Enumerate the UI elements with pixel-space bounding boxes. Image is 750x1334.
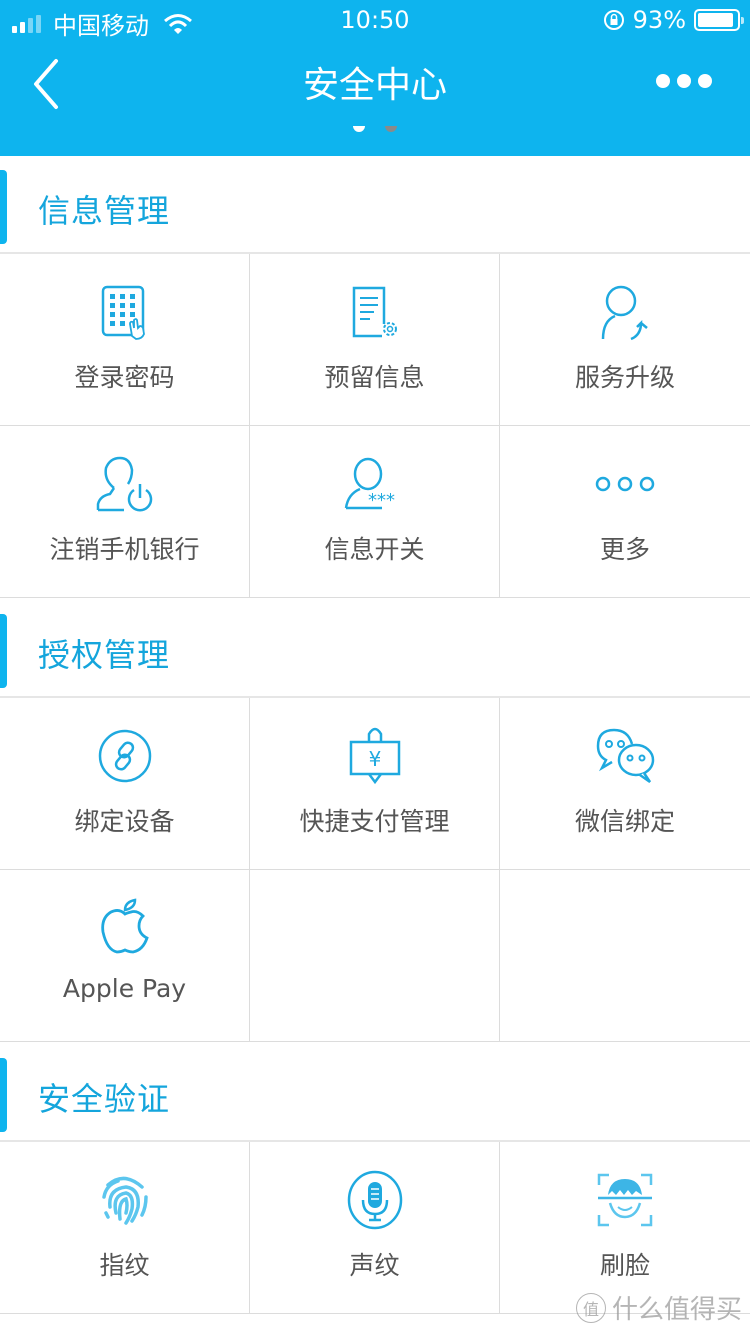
face-scan-icon <box>597 1173 653 1227</box>
header: 中国移动 10:50 93% 安全中心 <box>0 0 750 156</box>
grid-item-label: 微信绑定 <box>574 807 675 836</box>
grid-item-label: 服务升级 <box>574 363 675 392</box>
section-title: 信息管理 <box>38 192 171 230</box>
grid-item-label: 信息开关 <box>324 535 425 564</box>
section-title: 授权管理 <box>38 636 171 674</box>
svg-text:***: *** <box>368 490 395 511</box>
watermark: 值 什么值得买 <box>575 1289 742 1326</box>
grid-item-label: 预留信息 <box>324 363 425 392</box>
grid-item-label: Apple Pay <box>62 974 187 1003</box>
battery-percent: 93% <box>632 6 686 34</box>
grid-item-info-switch[interactable]: *** 信息开关 <box>250 426 500 598</box>
section-security-verification: 安全验证 指纹 声纹 刷脸 <box>0 1044 750 1314</box>
more-dots-icon <box>656 74 670 88</box>
grid-item-voiceprint[interactable]: 声纹 <box>250 1142 500 1314</box>
section-accent-bar <box>0 614 7 688</box>
wechat-icon <box>596 728 655 784</box>
keypad-icon <box>101 285 145 340</box>
grid-item-label: 刷脸 <box>599 1251 650 1280</box>
grid-item-reserved-info[interactable]: 预留信息 <box>250 254 500 426</box>
more-button[interactable] <box>656 74 712 88</box>
page-indicator <box>0 126 750 132</box>
grid-empty-cell <box>250 870 500 1042</box>
grid-item-fingerprint[interactable]: 指纹 <box>0 1142 250 1314</box>
section-authorization: 授权管理 绑定设备 ¥ 快捷支付管理 微信绑定 Apple Pay <box>0 600 750 1042</box>
fingerprint-icon <box>101 1176 148 1225</box>
grid-item-login-password[interactable]: 登录密码 <box>0 254 250 426</box>
svg-text:¥: ¥ <box>368 747 381 771</box>
section-accent-bar <box>0 170 7 244</box>
watermark-text: 什么值得买 <box>611 1295 742 1325</box>
grid-item-label: 快捷支付管理 <box>299 807 450 836</box>
section-header: 授权管理 <box>0 600 750 698</box>
user-password-icon: *** <box>344 457 395 511</box>
grid-item-quick-pay[interactable]: ¥ 快捷支付管理 <box>250 698 500 870</box>
grid-empty-cell <box>500 870 750 1042</box>
section-info-management: 信息管理 登录密码 预留信息 服务升级 注销手机银行 *** 信息开关 更多 <box>0 156 750 598</box>
battery-icon <box>694 9 744 31</box>
document-settings-icon <box>352 286 397 338</box>
microphone-icon <box>347 1170 402 1230</box>
grid-item-label: 登录密码 <box>74 363 175 392</box>
more-dot <box>677 74 691 88</box>
section-header: 安全验证 <box>0 1044 750 1142</box>
more-icon <box>595 476 655 492</box>
grid-item-label: 声纹 <box>349 1251 400 1280</box>
grid-item-more[interactable]: 更多 <box>500 426 750 598</box>
grid-item-label: 更多 <box>599 535 650 564</box>
link-icon <box>98 729 151 783</box>
page-dot <box>385 126 397 132</box>
user-power-icon <box>96 456 152 512</box>
rotation-lock-icon <box>603 10 624 30</box>
section-header: 信息管理 <box>0 156 750 254</box>
grid-item-bind-device[interactable]: 绑定设备 <box>0 698 250 870</box>
grid-item-deregister[interactable]: 注销手机银行 <box>0 426 250 598</box>
grid-item-label: 绑定设备 <box>74 807 175 836</box>
grid-item-label: 注销手机银行 <box>49 535 200 564</box>
user-upgrade-icon <box>601 285 648 341</box>
grid-item-wechat-bind[interactable]: 微信绑定 <box>500 698 750 870</box>
grid-item-service-upgrade[interactable]: 服务升级 <box>500 254 750 426</box>
grid-item-apple-pay[interactable]: Apple Pay <box>0 870 250 1042</box>
status-bar: 中国移动 10:50 93% <box>0 0 750 40</box>
page-dot-active <box>353 126 365 132</box>
more-dot <box>698 74 712 88</box>
page-title: 安全中心 <box>302 65 447 106</box>
section-title: 安全验证 <box>38 1080 171 1118</box>
apple-icon <box>100 898 149 954</box>
yuan-tag-icon: ¥ <box>349 727 400 785</box>
watermark-badge: 值 <box>575 1292 606 1323</box>
grid-item-label: 指纹 <box>99 1251 150 1280</box>
section-accent-bar <box>0 1058 7 1132</box>
